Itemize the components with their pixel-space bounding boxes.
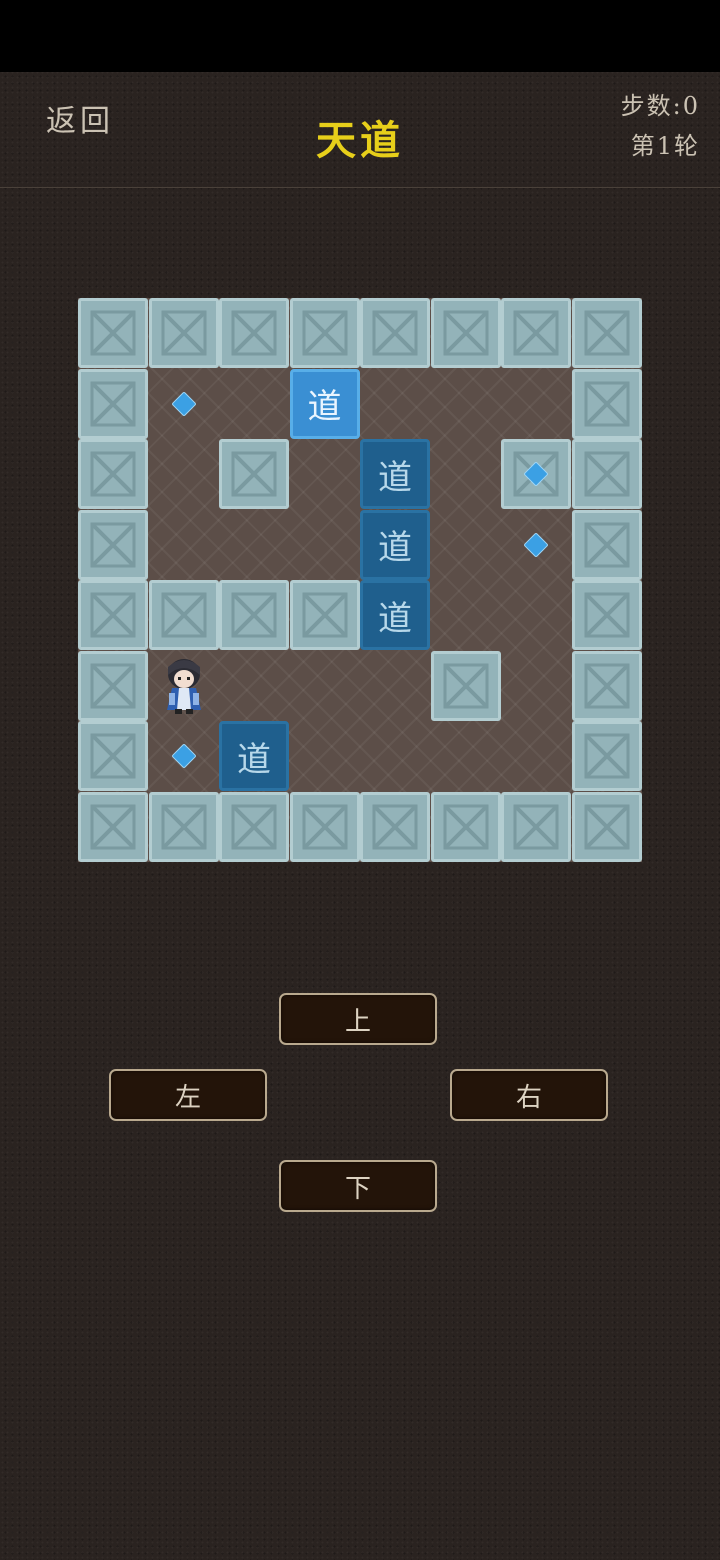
crate-cross-icon [231, 592, 277, 638]
wall-block [78, 298, 148, 368]
crate-cross-icon [443, 663, 488, 708]
wall-block [289, 580, 360, 650]
crate-cross-icon [584, 592, 629, 638]
crate-cross-icon [584, 663, 629, 708]
crate-cross-icon [584, 804, 629, 849]
crate-cross-icon [584, 310, 629, 356]
target-marker [170, 743, 197, 769]
crate-cross-icon [584, 522, 629, 567]
wall-block [571, 298, 642, 368]
wall-block [219, 298, 289, 368]
crate-cross-icon [372, 804, 418, 849]
wall-block [571, 721, 642, 791]
crate-cross-icon [443, 310, 488, 356]
crate-cross-icon [584, 451, 629, 497]
pushable-box: 道 [219, 721, 289, 791]
pushable-box: 道 [289, 368, 360, 439]
left-button[interactable]: 左 [109, 1069, 267, 1121]
wall-block [78, 509, 148, 580]
right-button[interactable]: 右 [450, 1069, 608, 1121]
wall-block [571, 509, 642, 580]
target-marker [523, 531, 549, 558]
wall-block [78, 368, 148, 439]
page-title: 天道 [316, 117, 404, 164]
player-character-icon [159, 655, 209, 717]
wall-block [289, 791, 360, 862]
header: 返回 天道 步数:0 第1轮 [0, 72, 720, 188]
wall-block [571, 791, 642, 862]
crate-cross-icon [372, 310, 418, 356]
wall-block [219, 439, 289, 509]
crate-cross-icon [302, 804, 347, 849]
crate-cross-icon [584, 381, 629, 426]
crate-cross-icon [513, 804, 559, 849]
crate-cross-icon [90, 522, 136, 567]
crate-cross-icon [90, 592, 136, 638]
crate-cross-icon [90, 451, 136, 497]
crate-cross-icon [513, 310, 559, 356]
game-board: 道道道道道 [78, 298, 642, 862]
up-button[interactable]: 上 [279, 993, 437, 1045]
wall-block [78, 721, 148, 791]
wall-block [571, 650, 642, 721]
wall-block [571, 368, 642, 439]
pushable-box: 道 [360, 580, 430, 650]
crate-cross-icon [161, 592, 206, 638]
wall-block [571, 580, 642, 650]
wall-block [78, 580, 148, 650]
status-bar [0, 0, 720, 72]
step-counter: 步数:0 [620, 92, 700, 120]
down-button[interactable]: 下 [279, 1160, 437, 1212]
wall-block [501, 298, 571, 368]
wall-block [501, 791, 571, 862]
crate-cross-icon [231, 451, 277, 497]
crate-cross-icon [443, 804, 488, 849]
crate-cross-icon [302, 310, 347, 356]
pushable-box: 道 [360, 509, 430, 580]
wall-block [360, 298, 430, 368]
crate-cross-icon [302, 592, 347, 638]
crate-cross-icon [231, 804, 277, 849]
round-counter: 第1轮 [630, 132, 700, 160]
crate-cross-icon [161, 310, 206, 356]
crate-cross-icon [90, 310, 136, 356]
wall-block [78, 791, 148, 862]
wall-block [219, 791, 289, 862]
crate-cross-icon [231, 310, 277, 356]
pushable-box: 道 [360, 439, 430, 509]
crate-cross-icon [90, 663, 136, 708]
wall-block [289, 298, 360, 368]
back-button[interactable]: 返回 [46, 102, 132, 142]
score-panel: 步数:0 第1轮 [621, 86, 700, 166]
crate-cross-icon [90, 804, 136, 849]
wall-block [148, 791, 219, 862]
wall-block [148, 298, 219, 368]
crate-cross-icon [161, 804, 206, 849]
wall-block [571, 439, 642, 509]
wall-block [78, 650, 148, 721]
crate-cross-icon [90, 733, 136, 779]
crate-cross-icon [584, 733, 629, 779]
wall-block [430, 298, 501, 368]
wall-block [148, 580, 219, 650]
target-marker [170, 390, 197, 417]
wall-block [430, 791, 501, 862]
wall-block [360, 791, 430, 862]
wall-block [78, 439, 148, 509]
crate-cross-icon [90, 381, 136, 426]
wall-block [430, 650, 501, 721]
wall-block [219, 580, 289, 650]
